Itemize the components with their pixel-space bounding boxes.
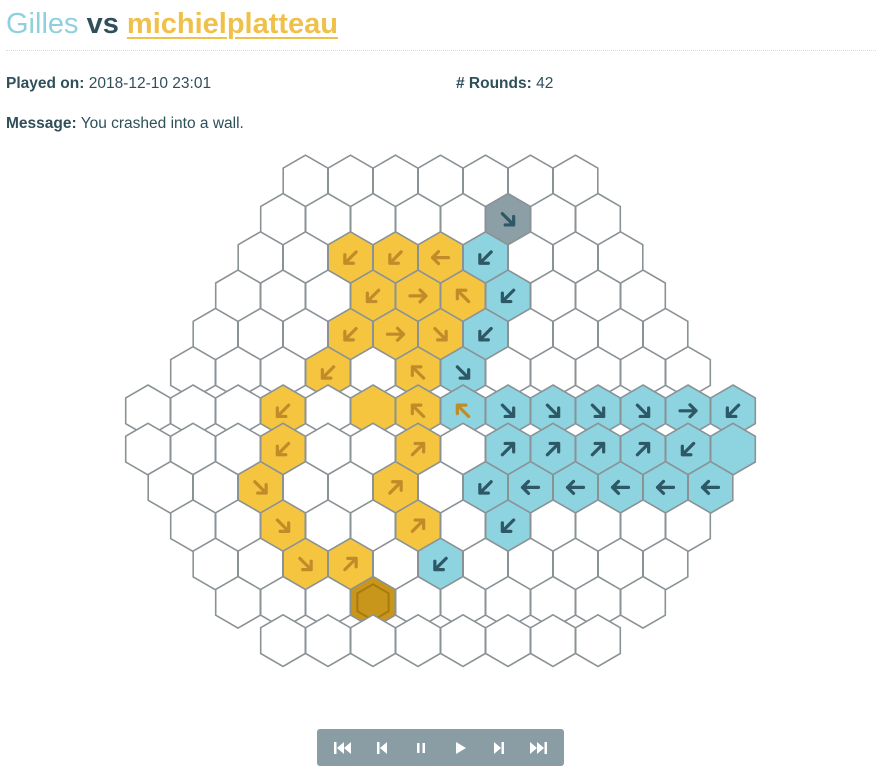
hex-cell-empty <box>349 613 397 668</box>
first-button[interactable] <box>328 733 358 763</box>
hex-cell-empty <box>259 613 307 668</box>
skip-end-icon <box>530 741 548 754</box>
prev-button[interactable] <box>367 733 397 763</box>
hex-cell-empty <box>439 613 487 668</box>
play-icon <box>456 741 467 754</box>
step-forward-icon <box>494 741 505 754</box>
game-board <box>124 154 757 668</box>
hex-cell-empty <box>574 613 622 668</box>
pause-button[interactable] <box>406 733 436 763</box>
next-button[interactable] <box>484 733 514 763</box>
skip-start-icon <box>333 741 351 754</box>
playback-controls <box>317 729 564 766</box>
hex-cell-empty <box>304 613 352 668</box>
play-button[interactable] <box>445 733 475 763</box>
hex-cell-empty <box>484 613 532 668</box>
hex-cell-empty <box>529 613 577 668</box>
last-button[interactable] <box>523 733 553 763</box>
hex-cell-empty <box>394 613 442 668</box>
pause-icon <box>416 742 425 753</box>
step-back-icon <box>376 741 387 754</box>
